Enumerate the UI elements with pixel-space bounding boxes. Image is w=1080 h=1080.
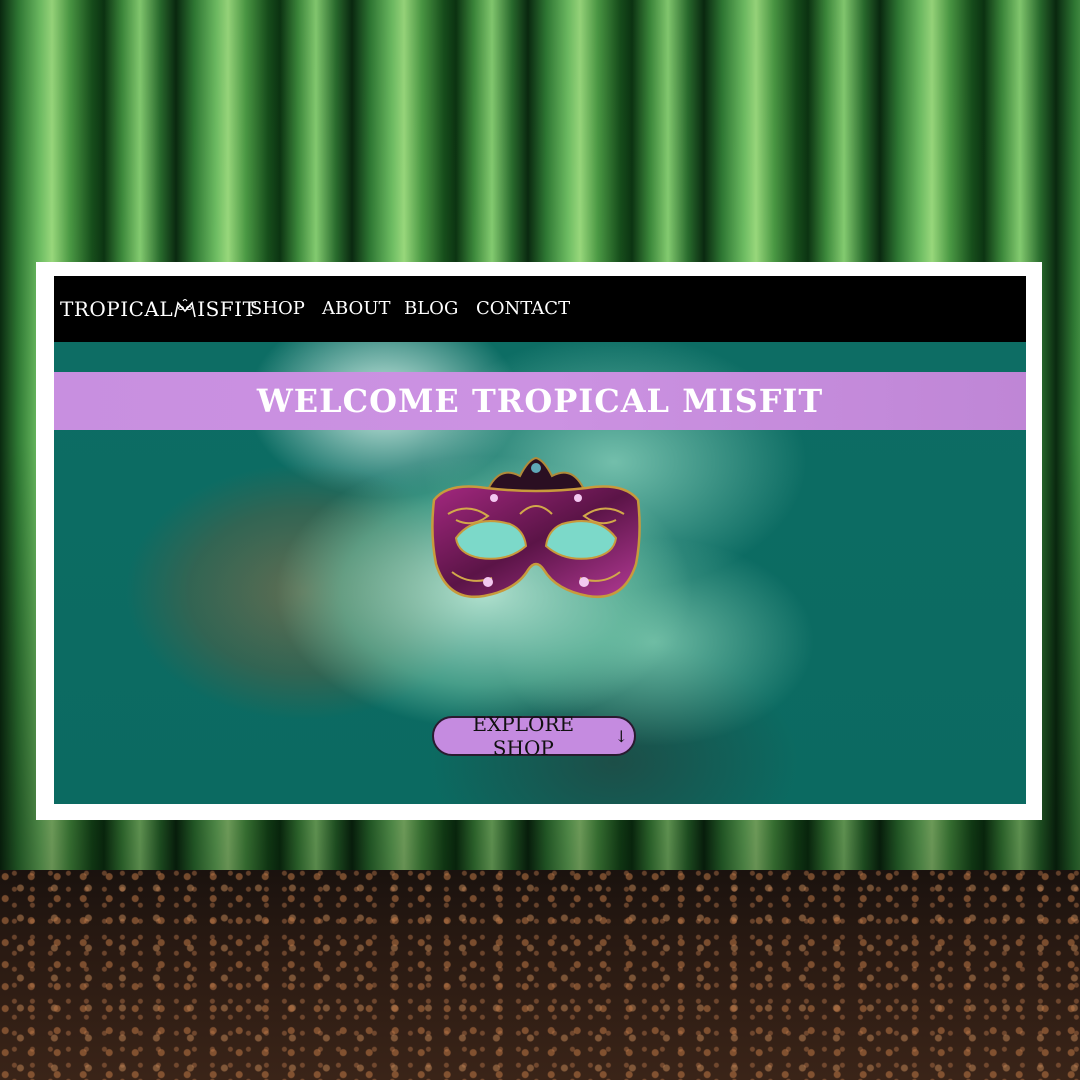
- nav-link-about[interactable]: ABOUT: [322, 294, 391, 324]
- explore-shop-label: EXPLORE SHOP: [472, 712, 575, 760]
- hero-section: WELCOME TROPICAL MISFIT EXPLORE SHOP ↓: [54, 342, 1026, 804]
- nav-link-shop[interactable]: SHOP: [250, 294, 305, 324]
- banner-title: WELCOME TROPICAL MISFIT: [256, 382, 824, 420]
- nav-link-contact[interactable]: CONTACT: [476, 294, 570, 324]
- logo-text-left: TROPICAL: [60, 297, 174, 321]
- welcome-banner: WELCOME TROPICAL MISFIT: [54, 372, 1026, 430]
- nav-link-blog[interactable]: BLOG: [404, 294, 458, 324]
- screenshot-frame: TROPICAL ISFIT SHOP ABOUT BLOG CONTACT W…: [36, 262, 1042, 820]
- logo-text-right: ISFIT: [197, 297, 257, 321]
- arrow-down-icon: ↓: [614, 726, 628, 746]
- masquerade-mask-icon: [428, 454, 644, 614]
- mask-m-icon: [174, 299, 196, 319]
- site-logo[interactable]: TROPICAL ISFIT: [60, 294, 256, 324]
- website: TROPICAL ISFIT SHOP ABOUT BLOG CONTACT W…: [54, 276, 1026, 804]
- explore-shop-button[interactable]: EXPLORE SHOP ↓: [432, 712, 636, 760]
- stage-floor: [0, 870, 1080, 1080]
- navbar: TROPICAL ISFIT SHOP ABOUT BLOG CONTACT: [54, 276, 1026, 342]
